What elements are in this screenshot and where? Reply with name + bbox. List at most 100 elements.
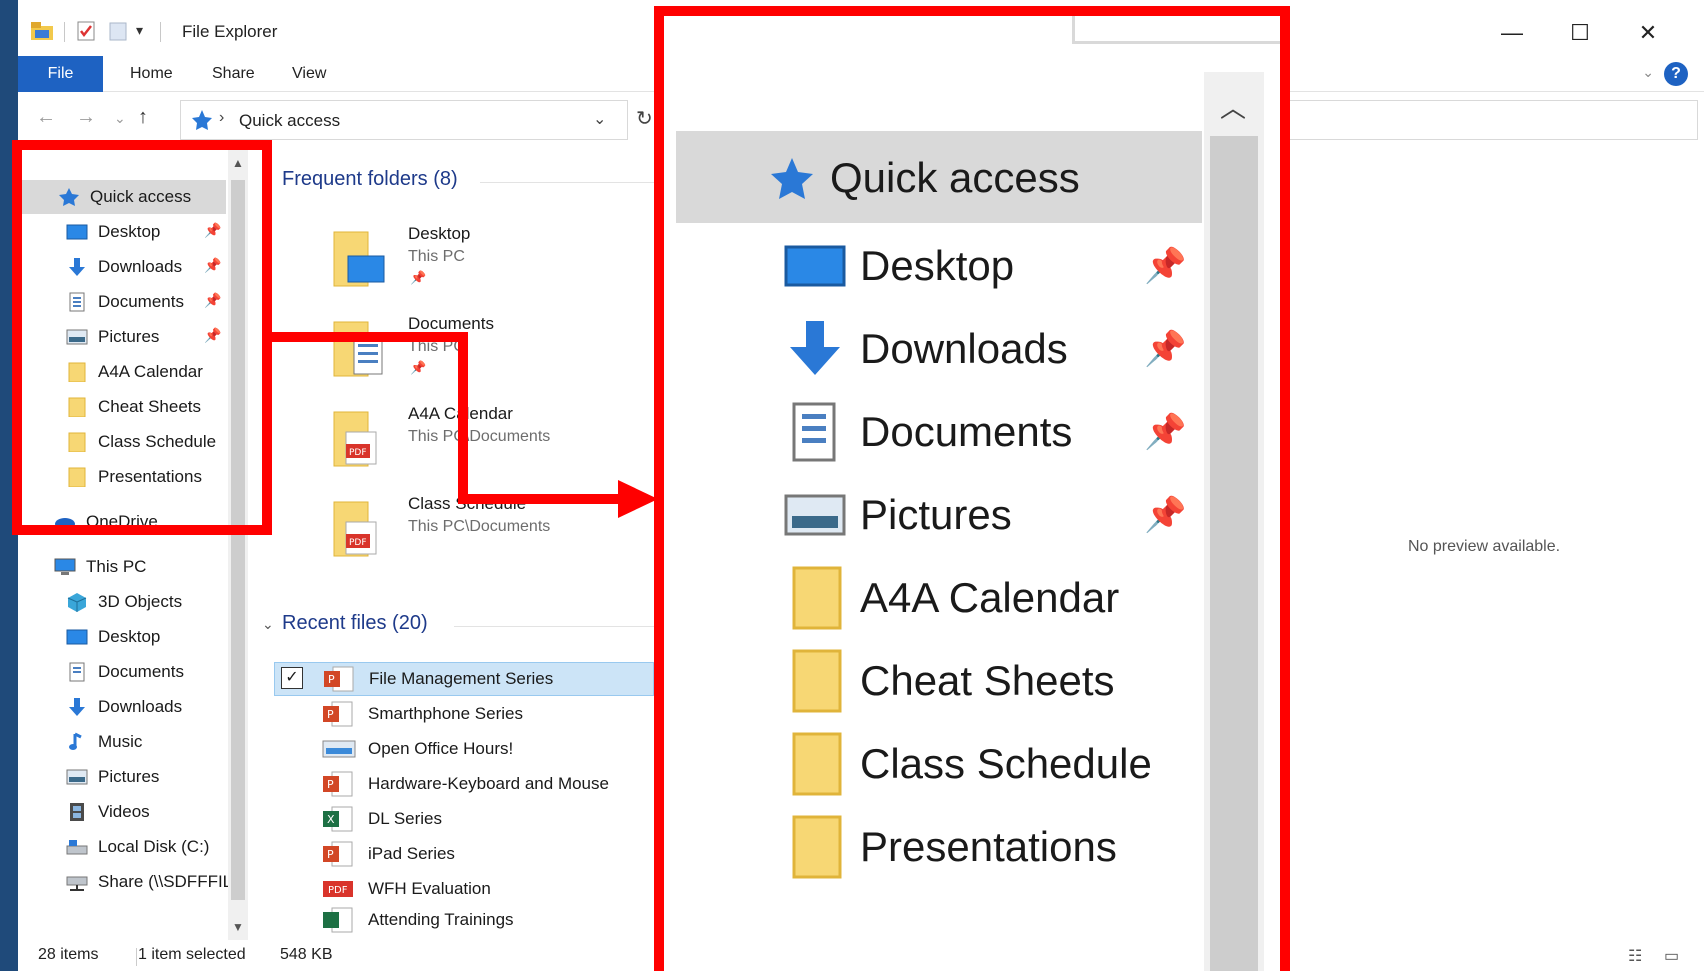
pin-icon: 📌 [1144, 330, 1187, 368]
frequent-folder-documents[interactable]: Documents This PC 📌 [324, 308, 654, 398]
pictures-icon [784, 492, 846, 538]
sidebar-item-videos[interactable]: Videos [66, 795, 150, 829]
recent-file-row[interactable]: ✓ P File Management Series [274, 662, 654, 696]
large-icons-view-icon[interactable]: ▭ [1664, 946, 1679, 966]
recent-file-row[interactable]: Open Office Hours! [274, 732, 654, 766]
selection-checkbox[interactable]: ✓ [281, 667, 303, 689]
pin-icon: 📌 [410, 270, 427, 285]
zoom-search-box-edge [1072, 16, 1280, 44]
up-icon[interactable]: ↑ [138, 106, 148, 129]
minimize-button[interactable]: — [1478, 8, 1546, 58]
recent-files-header[interactable]: Recent files (20) [282, 612, 428, 635]
sidebar-item-3d-objects[interactable]: 3D Objects [66, 585, 182, 619]
pdf-folder-icon: PDF [332, 500, 386, 558]
sidebar-item-label: Pictures [98, 767, 160, 786]
folder-path: This PC [408, 248, 465, 265]
new-folder-icon[interactable] [108, 20, 130, 42]
arrow-segment [272, 332, 468, 342]
downloads-arrow-icon [66, 697, 88, 717]
sidebar-item-pc-documents[interactable]: Documents [66, 655, 184, 689]
zoom-item-label: A4A Calendar [860, 574, 1120, 621]
file-name: Hardware-Keyboard and Mouse [368, 774, 609, 793]
sidebar-item-network-share[interactable]: Share (\\SDFFFIL [66, 865, 232, 899]
sidebar-item-label: Desktop [98, 627, 161, 646]
file-name: Smarthphone Series [368, 704, 523, 723]
properties-icon[interactable] [76, 20, 98, 42]
frequent-folders-header[interactable]: Frequent folders (8) [282, 168, 458, 191]
sidebar-item-pc-downloads[interactable]: Downloads [66, 690, 182, 724]
recent-file-row[interactable]: X DL Series [274, 802, 654, 836]
arrow-segment [458, 494, 626, 504]
sidebar-item-label: Share (\\SDFFFIL [98, 872, 233, 891]
divider [64, 22, 65, 42]
videos-film-icon [66, 802, 88, 822]
frequent-folder-desktop[interactable]: Desktop This PC 📌 [324, 218, 654, 308]
zoom-scrollbar-thumb [1210, 136, 1258, 971]
address-bar[interactable]: › Quick access ⌄ [180, 100, 628, 140]
address-dropdown-icon[interactable]: ⌄ [593, 109, 606, 129]
hard-drive-icon [66, 837, 88, 857]
pictures-icon [66, 767, 88, 787]
tab-view[interactable]: View [278, 56, 340, 92]
collapse-chevron-icon[interactable]: ⌄ [262, 616, 274, 633]
recent-file-row[interactable]: P Smarthphone Series [274, 697, 654, 731]
zoom-scroll-up-icon: ︿ [1220, 93, 1247, 123]
maximize-button[interactable]: ☐ [1546, 8, 1614, 58]
section-divider [454, 626, 654, 627]
arrow-segment [458, 332, 468, 504]
folder-icon [784, 815, 846, 879]
computer-icon [54, 557, 76, 577]
sidebar-item-label: 3D Objects [98, 592, 183, 611]
recent-file-row[interactable]: P Hardware-Keyboard and Mouse [274, 767, 654, 801]
file-name: File Management Series [369, 669, 554, 688]
file-name: Attending Trainings [368, 910, 514, 929]
help-button[interactable]: ? [1664, 62, 1688, 86]
back-icon[interactable]: ← [36, 106, 56, 129]
sidebar-item-local-disk[interactable]: Local Disk (C:) [66, 830, 209, 864]
powerpoint-file-icon: P [322, 771, 356, 797]
file-name: iPad Series [368, 844, 455, 863]
sidebar-item-label: Videos [98, 802, 150, 821]
svg-text:P: P [327, 708, 334, 721]
excel-file-icon: X [322, 806, 356, 832]
recent-file-row[interactable]: P iPad Series [274, 837, 654, 871]
forward-icon[interactable]: → [76, 106, 96, 129]
powerpoint-file-icon: P [323, 666, 357, 692]
music-note-icon [66, 732, 88, 752]
sidebar-item-this-pc[interactable]: This PC [54, 550, 146, 584]
powerpoint-file-icon: P [322, 701, 356, 727]
file-explorer-icon[interactable] [30, 20, 54, 42]
documents-icon [784, 402, 846, 462]
file-name: DL Series [368, 809, 443, 828]
details-view-icon[interactable]: ☷ [1628, 946, 1642, 966]
refresh-icon[interactable]: ↻ [636, 106, 653, 131]
content-pane: ⌄ Frequent folders (8) Desktop This PC 📌… [254, 150, 654, 940]
tab-file[interactable]: File [18, 56, 103, 92]
quick-access-star-icon [191, 109, 213, 136]
highlight-rectangle [12, 140, 272, 535]
divider [136, 948, 137, 966]
zoom-item-downloads: Downloads [784, 309, 1068, 389]
sidebar-item-music[interactable]: Music [66, 725, 142, 759]
recent-file-row[interactable]: PDF WFH Evaluation [274, 872, 654, 906]
svg-text:P: P [327, 848, 334, 861]
expand-ribbon-icon[interactable]: ⌄ [1642, 64, 1654, 81]
scroll-down-icon[interactable]: ▼ [232, 920, 244, 934]
sidebar-item-label: Local Disk (C:) [98, 837, 210, 856]
recent-locations-icon[interactable]: ⌄ [114, 110, 126, 127]
tab-share[interactable]: Share [198, 56, 269, 92]
tab-home[interactable]: Home [116, 56, 187, 92]
close-button[interactable]: ✕ [1614, 8, 1682, 58]
zoom-item-documents: Documents [784, 392, 1072, 472]
recent-file-row[interactable]: Attending Trainings [274, 907, 654, 933]
customize-toolbar-dropdown-icon[interactable]: ▾ [136, 22, 150, 44]
selection-size: 548 KB [280, 946, 333, 963]
pdf-folder-icon: PDF [332, 410, 386, 468]
sidebar-item-pc-desktop[interactable]: Desktop [66, 620, 160, 654]
file-name: WFH Evaluation [368, 879, 491, 898]
svg-text:PDF: PDF [328, 885, 348, 896]
image-file-icon [322, 736, 356, 762]
sidebar-item-pc-pictures[interactable]: Pictures [66, 760, 159, 794]
file-name: Open Office Hours! [368, 739, 514, 758]
frequent-folder-a4a-calendar[interactable]: PDF A4A Calendar This PC\Documents [324, 398, 654, 488]
